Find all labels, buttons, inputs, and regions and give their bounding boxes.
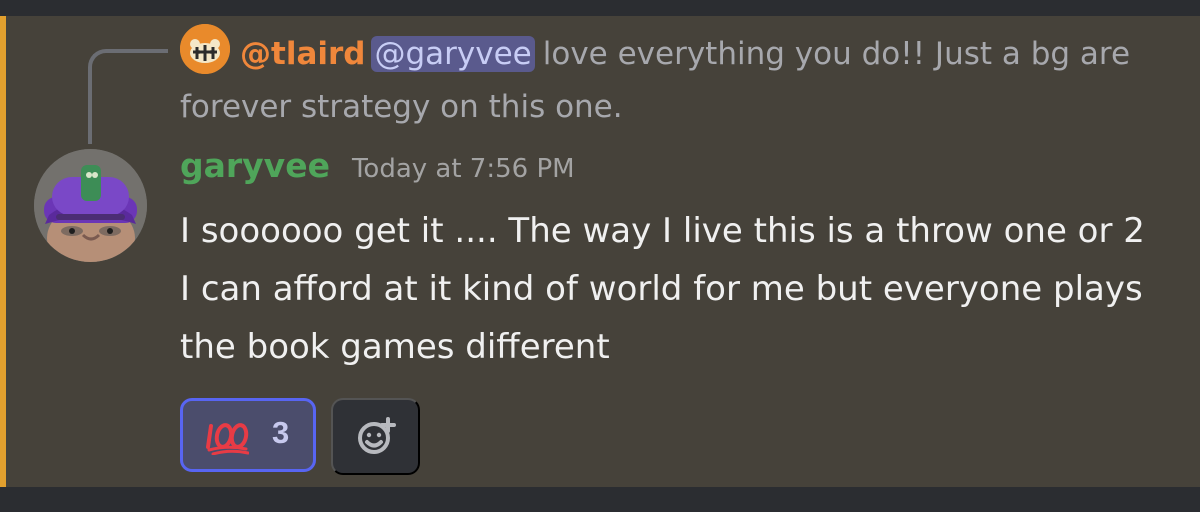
mention-highlight-bar bbox=[0, 16, 6, 487]
reply-preview[interactable]: @tlaird @garyvee love everything you do!! … bbox=[180, 24, 1160, 134]
add-reaction-icon bbox=[358, 417, 396, 454]
message-content: I soooooo get it .... The way I live thi… bbox=[180, 211, 1145, 367]
mention-chip[interactable]: @garyvee bbox=[371, 36, 535, 72]
reaction-button[interactable]: 3 bbox=[180, 398, 316, 472]
chat-message[interactable]: @tlaird @garyvee love everything you do!! … bbox=[0, 16, 1200, 487]
tiger-avatar-icon[interactable] bbox=[180, 24, 230, 74]
message-timestamp[interactable]: Today at 7:56 PM bbox=[352, 154, 575, 184]
message-author[interactable]: garyvee bbox=[180, 146, 330, 185]
add-reaction-button[interactable] bbox=[331, 398, 420, 475]
garyvee-avatar-icon[interactable] bbox=[34, 149, 147, 262]
reaction-count: 3 bbox=[272, 415, 290, 450]
message-header: garyvee Today at 7:56 PM bbox=[180, 146, 575, 194]
hundred-points-icon bbox=[205, 419, 250, 456]
reply-author[interactable]: @tlaird bbox=[240, 36, 365, 72]
reply-connector bbox=[88, 49, 168, 144]
